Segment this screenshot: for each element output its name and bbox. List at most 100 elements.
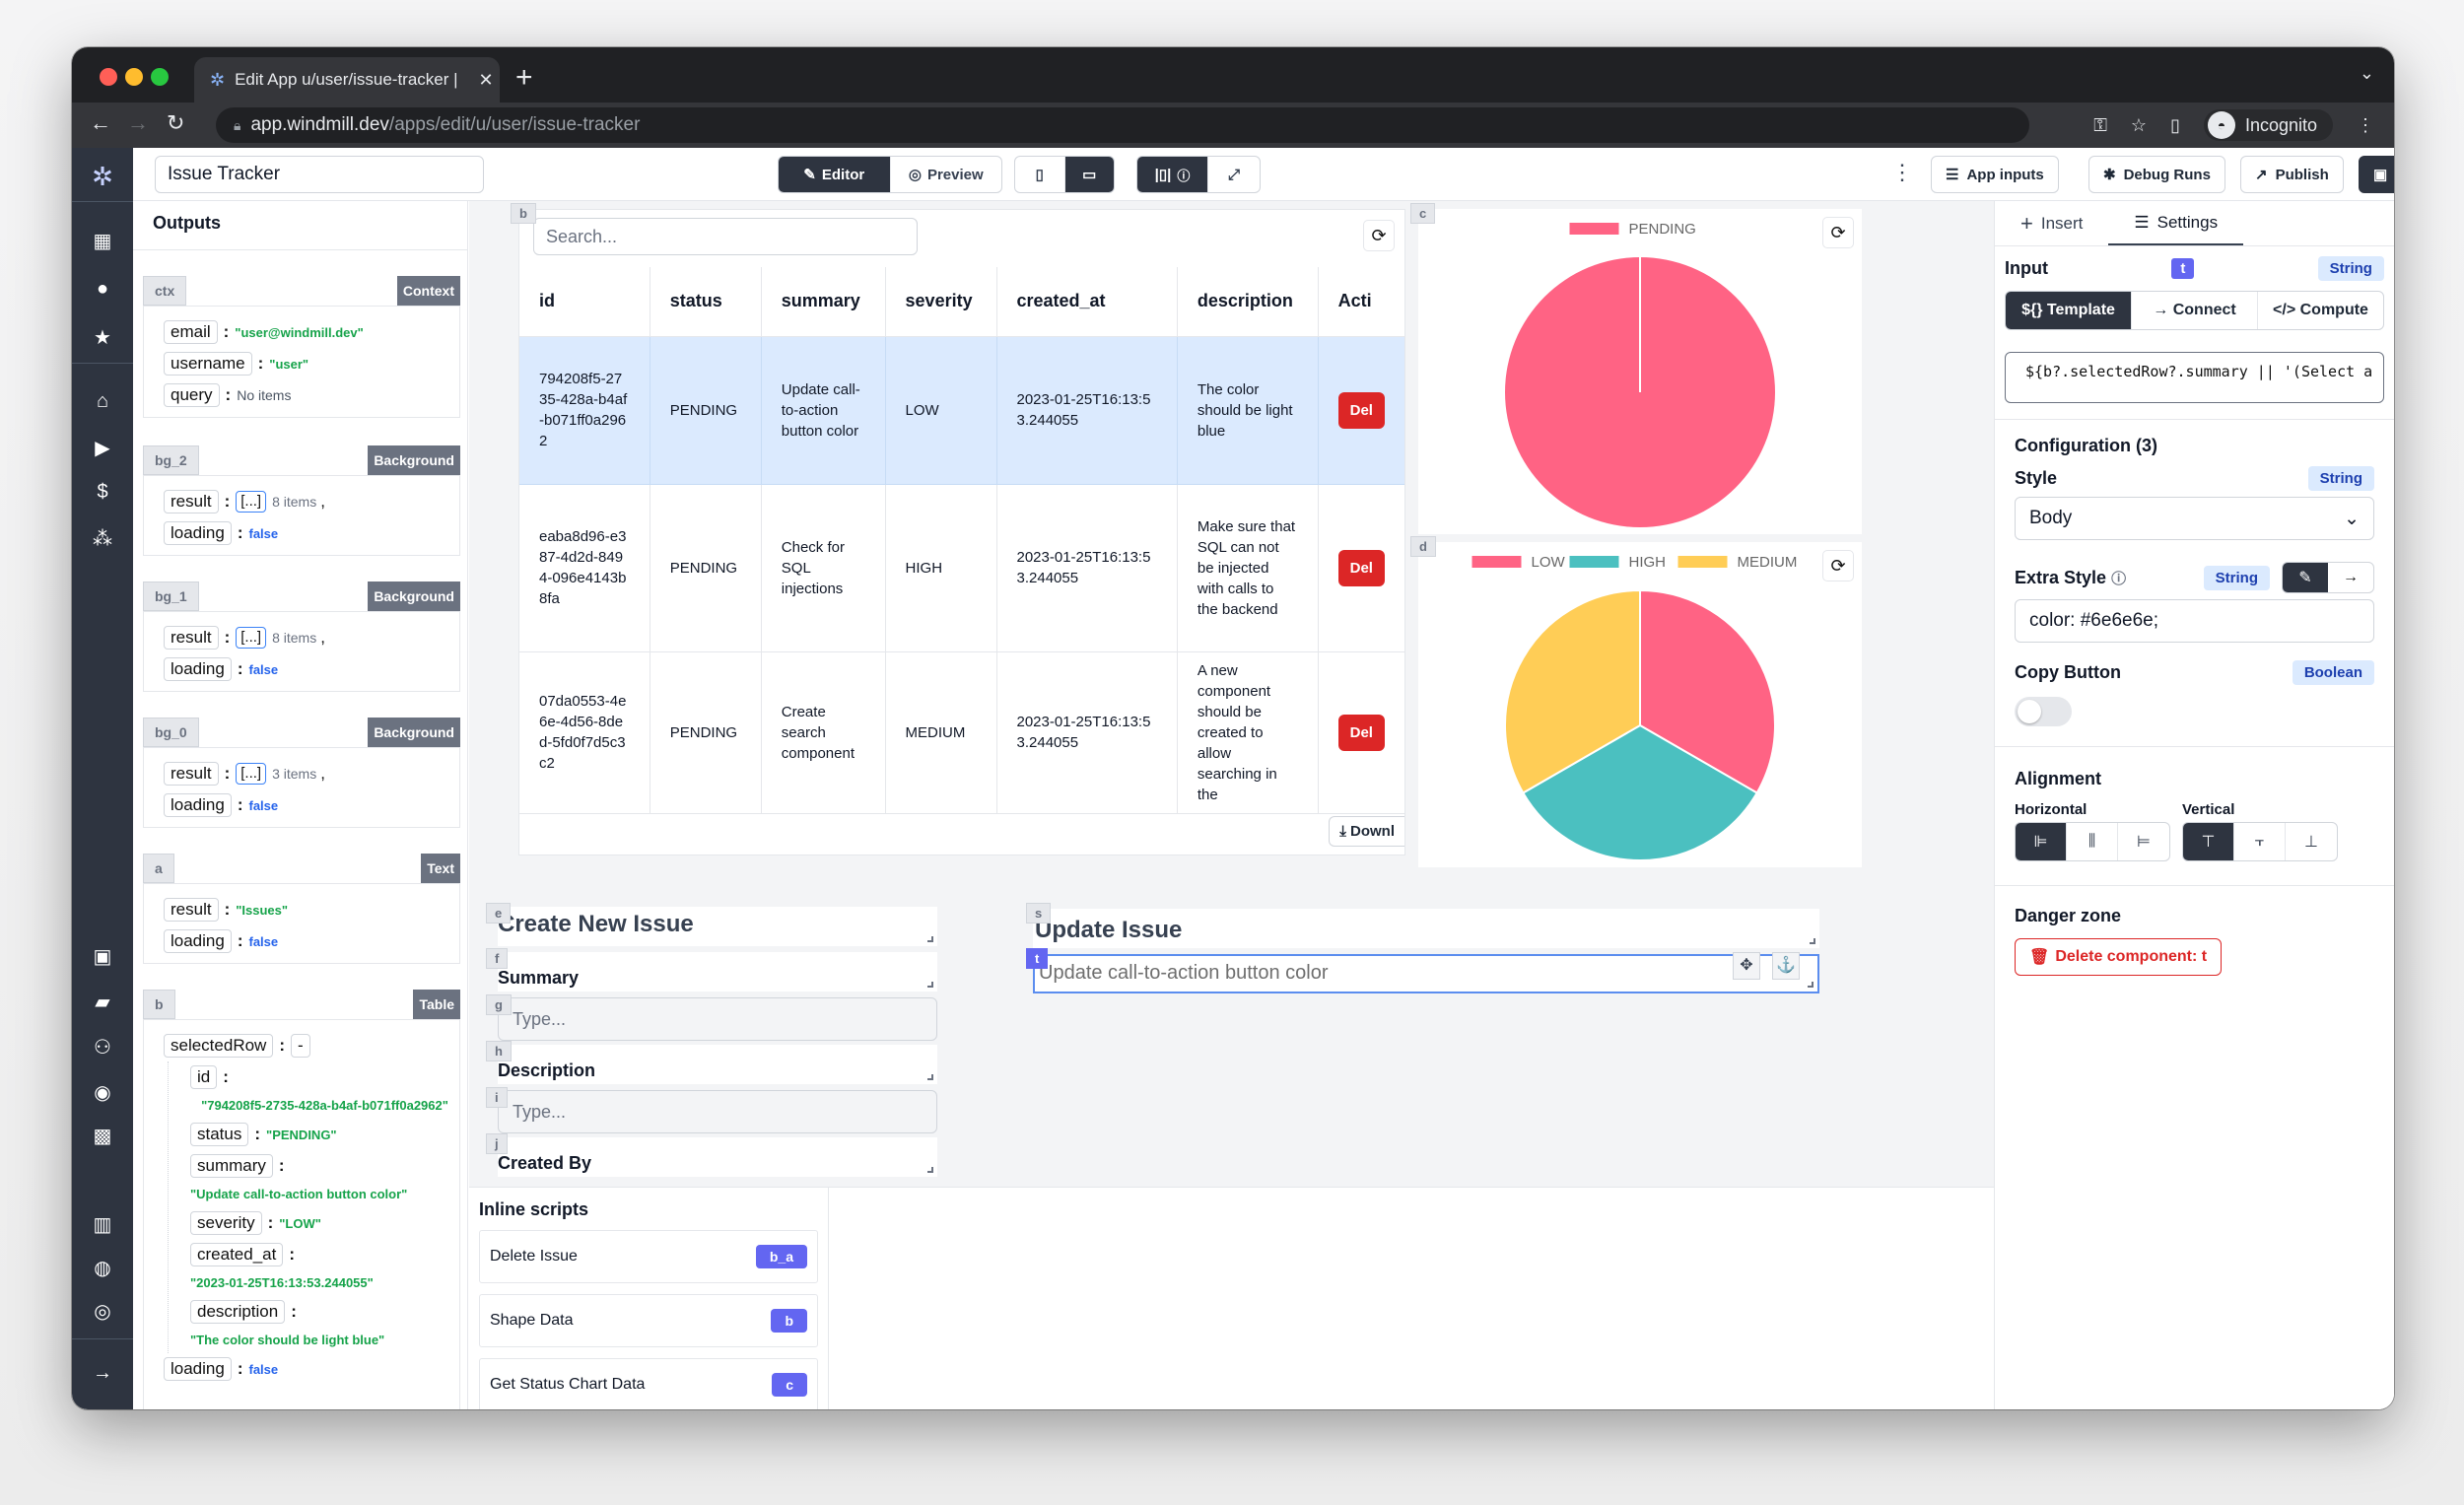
expand-arrow-icon[interactable]: →: [72, 1362, 133, 1385]
severity-chart-component[interactable]: LOW HIGH MEDIUM ⟳: [1418, 542, 1862, 867]
component-id-badge[interactable]: i: [486, 1087, 508, 1108]
robot-icon[interactable]: ▩: [72, 1124, 133, 1148]
resize-handle[interactable]: [1808, 982, 1814, 988]
browser-menu-icon[interactable]: ⋮: [2357, 115, 2374, 136]
table-row[interactable]: 794208f5-2735-428a-b4af-b071ff0a2962 PEN…: [519, 336, 1404, 485]
eye-icon[interactable]: ◉: [72, 1080, 133, 1105]
windmill-logo-icon[interactable]: ✲: [72, 162, 133, 192]
key-icon[interactable]: ⚿: [2093, 115, 2107, 136]
resize-handle[interactable]: [927, 982, 933, 988]
move-handle-icon[interactable]: ✥: [1733, 952, 1760, 980]
collapse-toggle[interactable]: -: [291, 1034, 310, 1058]
component-id-badge[interactable]: h: [486, 1041, 512, 1061]
column-header[interactable]: summary: [761, 267, 886, 337]
update-issue-title-component[interactable]: Update Issue: [1033, 909, 1819, 948]
discord-icon[interactable]: ◍: [72, 1256, 133, 1280]
output-key[interactable]: loading: [164, 521, 232, 545]
output-key[interactable]: loading: [164, 793, 232, 817]
component-id-badge[interactable]: j: [486, 1133, 508, 1154]
reload-icon[interactable]: ↻: [167, 110, 184, 136]
table-search-input[interactable]: Search...: [533, 218, 918, 255]
github-icon[interactable]: ◎: [72, 1299, 133, 1324]
align-bottom-icon[interactable]: ⊥: [2286, 823, 2337, 860]
chart-refresh-icon[interactable]: ⟳: [1822, 217, 1854, 248]
description-label-component[interactable]: Description: [498, 1045, 937, 1084]
table-row[interactable]: eaba8d96-e387-4d2d-8494-096e4143b8fa PEN…: [519, 484, 1404, 652]
column-header[interactable]: Acti: [1318, 267, 1404, 337]
component-id-badge[interactable]: g: [486, 994, 512, 1015]
delete-row-button[interactable]: Del: [1337, 549, 1385, 586]
copy-button-toggle[interactable]: [2015, 697, 2072, 726]
created-by-label-component[interactable]: Created By: [498, 1137, 937, 1177]
save-button[interactable]: ▣Save: [2359, 156, 2394, 193]
output-key[interactable]: selectedRow: [164, 1034, 274, 1058]
address-bar[interactable]: 🔒︎ app.windmill.dev/apps/edit/u/user/iss…: [216, 107, 2029, 143]
output-key[interactable]: loading: [164, 657, 232, 681]
output-key[interactable]: id: [190, 1065, 218, 1089]
column-header[interactable]: severity: [885, 267, 997, 337]
info-icon[interactable]: ⓘ: [2111, 571, 2126, 587]
component-id-badge[interactable]: b: [511, 203, 536, 224]
app-inputs-button[interactable]: ☰ App inputs: [1931, 156, 2059, 193]
folder-icon[interactable]: ▰: [72, 990, 133, 1014]
mobile-view-button[interactable]: ▯: [1015, 157, 1065, 192]
legend-swatch[interactable]: [1569, 556, 1619, 568]
side-panel-icon[interactable]: ▯: [2170, 115, 2180, 136]
output-key[interactable]: result: [164, 626, 219, 650]
table-row[interactable]: 07da0553-4e6e-4d56-8ded-5fd0f7d5c3c2 PEN…: [519, 651, 1404, 814]
resize-handle[interactable]: [927, 1074, 933, 1080]
download-button[interactable]: ⤓ Downl: [1329, 816, 1404, 847]
delete-component-button[interactable]: 🗑︎ Delete component: t: [2015, 938, 2223, 976]
expand-array-button[interactable]: [...]: [236, 491, 267, 513]
preview-tab[interactable]: ◎ Preview: [891, 157, 1002, 192]
template-mode-button[interactable]: ${} Template: [2006, 292, 2132, 329]
chart-refresh-icon[interactable]: ⟳: [1822, 550, 1854, 581]
table-refresh-icon[interactable]: ⟳: [1363, 220, 1395, 251]
close-tab-icon[interactable]: ✕: [472, 70, 500, 91]
calendar-icon[interactable]: ▣: [72, 944, 133, 969]
output-key[interactable]: query: [164, 383, 220, 407]
output-key[interactable]: loading: [164, 1357, 232, 1381]
desktop-view-button[interactable]: ▭: [1064, 157, 1114, 192]
align-right-icon[interactable]: ⊨: [2118, 823, 2169, 860]
incognito-profile[interactable]: ◓ Incognito: [2203, 109, 2333, 141]
new-tab-button[interactable]: +: [515, 61, 533, 95]
fullwidth-button[interactable]: ⤢: [1208, 157, 1260, 192]
component-id-badge[interactable]: e: [486, 903, 512, 924]
summary-label-component[interactable]: Summary: [498, 952, 937, 992]
back-icon[interactable]: ←: [90, 110, 111, 136]
inline-script-item[interactable]: Shape Data b: [479, 1294, 818, 1347]
create-issue-title-component[interactable]: Create New Issue: [498, 907, 937, 946]
component-id-badge[interactable]: s: [1026, 903, 1052, 924]
output-key[interactable]: loading: [164, 929, 232, 953]
editor-tab[interactable]: ✎ Editor: [779, 157, 891, 192]
column-header[interactable]: status: [650, 267, 762, 337]
delete-row-button[interactable]: Del: [1337, 714, 1385, 751]
description-input[interactable]: Type...: [498, 1090, 937, 1133]
extra-style-input[interactable]: color: #6e6e6e;: [2015, 599, 2374, 643]
forward-icon[interactable]: →: [127, 110, 149, 136]
style-select[interactable]: Body ⌄: [2015, 497, 2374, 540]
connect-mode-button[interactable]: → Connect: [2132, 292, 2258, 329]
close-window-button[interactable]: [100, 68, 117, 86]
connect-arrow-icon[interactable]: →: [2328, 563, 2373, 592]
dollar-icon[interactable]: $: [72, 481, 133, 504]
template-editor[interactable]: ${b?.selectedRow?.summary || '(Select a …: [2005, 352, 2384, 403]
groups-icon[interactable]: ⚇: [72, 1035, 133, 1060]
summary-input[interactable]: Type...: [498, 997, 937, 1041]
output-key[interactable]: result: [164, 490, 219, 513]
tab-settings[interactable]: ☰ Settings: [2108, 201, 2244, 245]
output-key[interactable]: result: [164, 898, 219, 922]
update-summary-text-component[interactable]: Update call-to-action button color ✥ ⚓: [1033, 952, 1819, 993]
publish-button[interactable]: ↗ Publish: [2240, 156, 2344, 193]
component-id-badge[interactable]: t: [1026, 948, 1049, 969]
delete-row-button[interactable]: Del: [1337, 391, 1385, 429]
browser-tab[interactable]: ✲ Edit App u/user/issue-tracker | ✕: [194, 57, 500, 103]
resize-handle[interactable]: [1810, 938, 1815, 944]
user-icon[interactable]: ●: [72, 278, 133, 301]
debug-runs-button[interactable]: ✱ Debug Runs: [2088, 156, 2225, 193]
resources-cubes-icon[interactable]: ⁂: [72, 526, 133, 551]
output-key[interactable]: email: [164, 320, 218, 344]
output-key[interactable]: created_at: [190, 1243, 284, 1266]
output-key[interactable]: username: [164, 352, 252, 376]
